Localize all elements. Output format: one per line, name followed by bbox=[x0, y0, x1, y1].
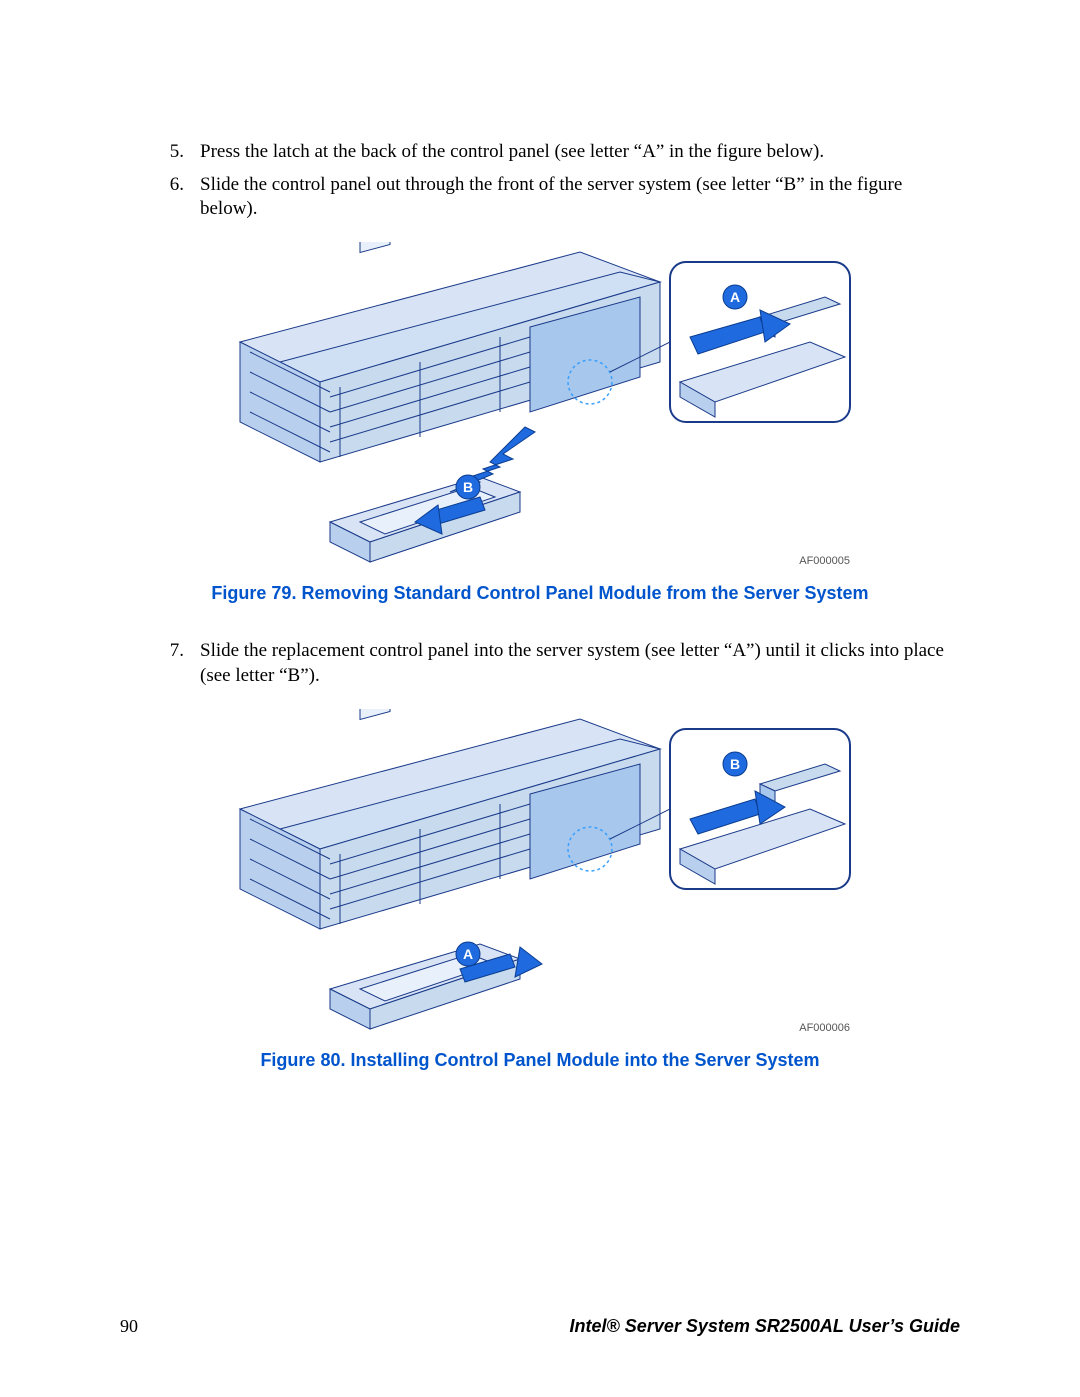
list-item: 7. Slide the replacement control panel i… bbox=[160, 639, 960, 688]
callout-a: A bbox=[730, 289, 740, 305]
list-number: 7. bbox=[160, 639, 184, 688]
figure-caption: Figure 79. Removing Standard Control Pan… bbox=[200, 582, 880, 605]
ordered-list: 5. Press the latch at the back of the co… bbox=[120, 140, 960, 222]
list-number: 6. bbox=[160, 173, 184, 222]
page-footer: 90 Intel® Server System SR2500AL User’s … bbox=[120, 1316, 960, 1337]
figure-80: B A AF000006 bbox=[220, 709, 860, 1039]
list-item: 6. Slide the control panel out through t… bbox=[160, 173, 960, 222]
figure-id-label: AF000006 bbox=[799, 1022, 850, 1034]
callout-b: B bbox=[730, 756, 740, 772]
ordered-list-cont: 7. Slide the replacement control panel i… bbox=[120, 639, 960, 688]
page: 5. Press the latch at the back of the co… bbox=[0, 0, 1080, 1397]
callout-a: A bbox=[463, 946, 473, 962]
figure-id-label: AF000005 bbox=[799, 555, 850, 567]
list-text: Slide the replacement control panel into… bbox=[200, 639, 960, 688]
list-number: 5. bbox=[160, 140, 184, 165]
list-text: Slide the control panel out through the … bbox=[200, 173, 960, 222]
list-text: Press the latch at the back of the contr… bbox=[200, 140, 960, 165]
callout-b: B bbox=[463, 479, 473, 495]
list-item: 5. Press the latch at the back of the co… bbox=[160, 140, 960, 165]
figure-79: A B AF000005 bbox=[220, 242, 860, 572]
figure-caption: Figure 80. Installing Control Panel Modu… bbox=[200, 1049, 880, 1072]
footer-title: Intel® Server System SR2500AL User’s Gui… bbox=[570, 1316, 960, 1337]
page-number: 90 bbox=[120, 1316, 138, 1337]
